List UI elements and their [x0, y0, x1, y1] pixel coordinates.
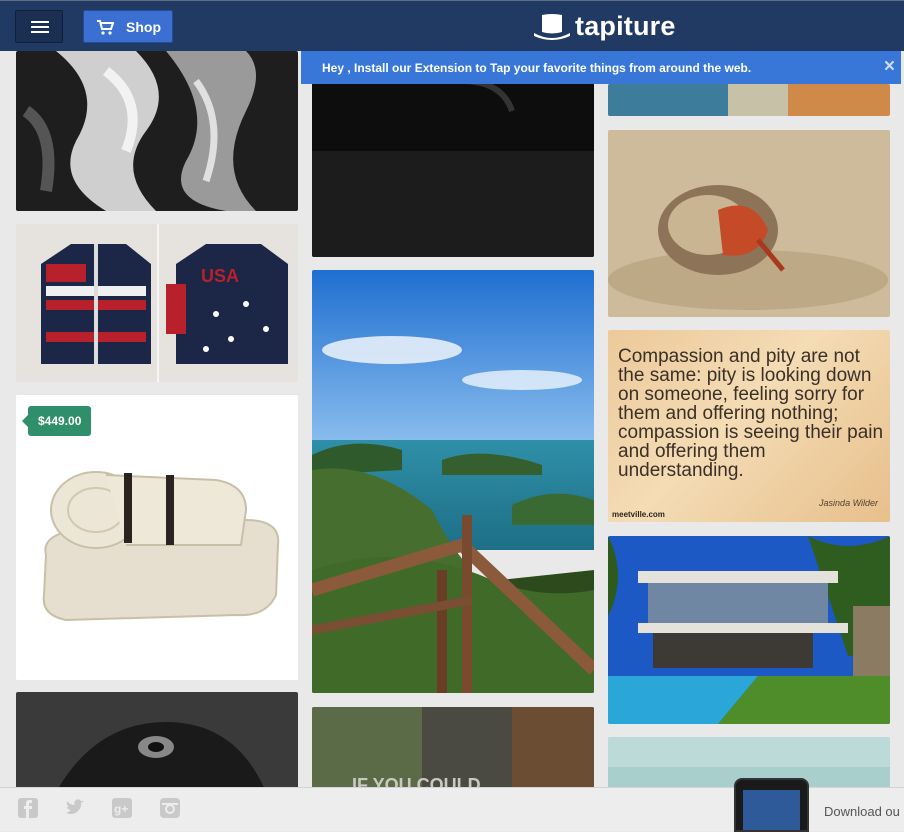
feed-item-island-view[interactable]	[312, 270, 594, 693]
google-plus-icon[interactable]: g+	[112, 798, 132, 818]
feed-item-modern-house[interactable]	[608, 536, 890, 724]
menu-button[interactable]	[15, 10, 63, 43]
footer-bar: g+ Download ou	[0, 778, 904, 832]
top-hat-icon	[534, 14, 570, 40]
close-icon[interactable]: ×	[884, 56, 895, 78]
svg-text:g+: g+	[114, 802, 128, 816]
quote-text: Compassion and pity are not the same: pi…	[618, 346, 884, 481]
svg-text:USA: USA	[201, 266, 239, 286]
feed-item-if-you-could[interactable]: IF YOU COULD	[312, 707, 594, 797]
download-app-text[interactable]: Download ou	[824, 804, 900, 819]
cart-icon	[97, 20, 114, 35]
bird-image	[16, 692, 298, 792]
feed-item-usa-sweaters[interactable]: USA	[16, 224, 298, 382]
phone-screen	[743, 790, 800, 830]
twitter-icon[interactable]	[65, 798, 85, 818]
feed-item-bird[interactable]	[16, 692, 298, 792]
painted-wood-image	[608, 84, 890, 116]
futon-image	[16, 395, 298, 680]
extension-banner[interactable]: Hey , Install our Extension to Tap your …	[301, 51, 901, 84]
price-tag[interactable]: $449.00	[21, 406, 92, 436]
shop-button[interactable]: Shop	[83, 10, 173, 43]
top-navigation-bar: Shop tapiture	[0, 0, 904, 51]
logo-text: tapiture	[575, 11, 676, 41]
feed-item-hermit-crab[interactable]	[608, 130, 890, 317]
instagram-icon[interactable]	[160, 798, 180, 818]
feed-item-painted-wood[interactable]	[608, 84, 890, 116]
facebook-icon[interactable]	[18, 798, 38, 818]
hamburger-menu-icon	[31, 21, 49, 23]
feed-item-quote-card[interactable]: Compassion and pity are not the same: pi…	[608, 330, 890, 522]
feed-item-futon-chair[interactable]	[16, 395, 298, 680]
hamburger-menu-icon-line	[31, 26, 49, 28]
feed-item-black-white-painting[interactable]	[16, 51, 298, 211]
painting-image	[16, 51, 298, 211]
quote-source: meetville.com	[612, 510, 665, 519]
hamburger-menu-icon-line	[31, 31, 49, 33]
islands-image	[312, 270, 594, 693]
banner-message: Hey , Install our Extension to Tap your …	[322, 61, 752, 75]
shop-button-label: Shop	[126, 19, 161, 35]
window-quote-image: IF YOU COULD	[312, 707, 594, 797]
phone-app-promo-image[interactable]	[734, 778, 809, 832]
modern-house-image	[608, 536, 890, 724]
sweater-image: USA	[16, 224, 298, 382]
hermit-crab-image	[608, 130, 890, 317]
quote-author: Jasinda Wilder	[819, 498, 878, 508]
